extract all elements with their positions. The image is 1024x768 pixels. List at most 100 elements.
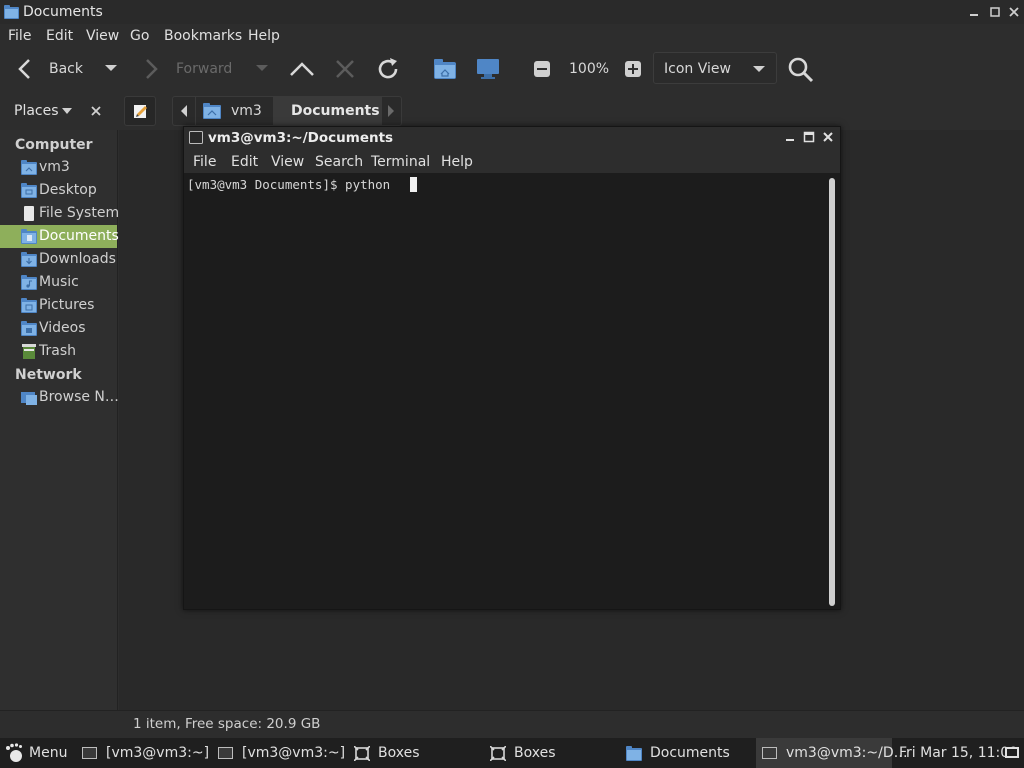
minimize-button[interactable] [967,5,981,19]
task-label: Boxes [378,745,420,761]
zoom-level: 100% [569,61,610,77]
breadcrumb-left-arrow-icon[interactable] [179,104,189,118]
sidebar-item-trash[interactable]: Trash [0,340,117,363]
terminal-icon [218,747,233,759]
terminal-scrollbar[interactable] [829,178,835,606]
menu-help[interactable]: Help [248,28,280,44]
boxes-icon [354,746,370,761]
terminal-title: vm3@vm3:~/Documents [208,130,394,146]
gnome-foot-icon [4,743,24,763]
toggle-location-entry-button[interactable] [124,96,156,126]
task-documents[interactable]: Documents [620,738,750,768]
task-label: Documents [650,745,730,761]
sidebar-item-label: vm3 [39,159,70,175]
sidebar-item-label: Music [39,274,79,290]
sidebar-item-label: Browse N… [39,389,119,405]
window-title: Documents [23,4,103,20]
folder-icon [4,5,19,19]
sidebar-item-downloads[interactable]: Downloads [0,248,117,271]
trash-icon [21,344,37,359]
task-label: [vm3@vm3:~] [106,745,210,761]
terminal-menu-file[interactable]: File [193,154,216,170]
breadcrumb-divider [381,96,382,126]
terminal-menu-search[interactable]: Search [315,154,363,170]
sidebar-item-label: File System [39,205,120,221]
task-terminal-documents[interactable]: vm3@vm3:~/D… [756,738,908,768]
back-button[interactable]: Back [49,61,83,77]
sidebar-header-computer: Computer [15,137,93,153]
task-terminal-1[interactable]: [vm3@vm3:~] [76,738,210,768]
terminal-close-button[interactable] [822,131,834,143]
sidebar-item-file-system[interactable]: File System [0,202,120,225]
home-folder-icon [203,103,221,119]
menu-edit[interactable]: Edit [46,28,73,44]
sidebar-item-videos[interactable]: Videos [0,317,117,340]
stop-icon[interactable] [334,58,356,80]
menu-bookmarks[interactable]: Bookmarks [164,28,242,44]
sidebar-item-label: Downloads [39,251,116,267]
boxes-icon [490,746,506,761]
task-label: vm3@vm3:~/D… [786,745,908,761]
menu-view[interactable]: View [86,28,119,44]
zoom-out-icon[interactable] [534,61,550,77]
menu-go[interactable]: Go [130,28,149,44]
sidebar-item-documents[interactable]: Documents [0,225,119,248]
back-arrow-icon[interactable] [14,57,36,81]
sidebar-item-pictures[interactable]: Pictures [0,294,117,317]
back-history-dropdown-icon[interactable] [104,63,118,73]
sidebar-item-vm3[interactable]: vm3 [0,156,117,179]
start-menu-button[interactable]: Menu [0,738,72,768]
terminal-output[interactable] [184,173,828,609]
videos-folder-icon [21,321,37,336]
folder-icon [626,746,642,761]
task-terminal-2[interactable]: [vm3@vm3:~] [212,738,346,768]
home-folder-icon [21,160,37,175]
terminal-menu-edit[interactable]: Edit [231,154,258,170]
terminal-minimize-button[interactable] [784,131,796,143]
terminal-menu-view[interactable]: View [271,154,304,170]
sidebar-item-label: Documents [39,228,119,244]
maximize-button[interactable] [988,5,1002,19]
status-text: 1 item, Free space: 20.9 GB [133,716,321,732]
breadcrumb-right-arrow-icon[interactable] [386,104,396,118]
sidebar-item-label: Videos [39,320,86,336]
menu-file[interactable]: File [8,28,31,44]
desktop-folder-icon [21,183,37,198]
terminal-menu-terminal[interactable]: Terminal [371,154,430,170]
reload-icon[interactable] [375,56,401,82]
terminal-maximize-button[interactable] [803,131,815,143]
task-boxes-1[interactable]: Boxes [348,738,478,768]
forward-history-dropdown-icon[interactable] [255,63,269,73]
sidebar-item-label: Trash [39,343,76,359]
up-arrow-icon[interactable] [289,58,315,80]
clock[interactable]: Fri Mar 15, 11:09 [899,745,1018,761]
close-button[interactable] [1007,5,1021,19]
terminal-icon [189,131,203,144]
task-boxes-2[interactable]: Boxes [484,738,614,768]
terminal-cursor [410,177,417,192]
search-icon[interactable] [787,56,815,84]
terminal-menu-help[interactable]: Help [441,154,473,170]
view-mode-label: Icon View [664,61,731,77]
sidebar-item-music[interactable]: Music [0,271,117,294]
forward-arrow-icon[interactable] [140,57,162,81]
downloads-folder-icon [21,252,37,267]
show-desktop-icon[interactable] [1004,744,1020,760]
home-icon[interactable] [434,59,456,79]
sidebar-item-label: Desktop [39,182,97,198]
places-dropdown[interactable]: Places [14,103,73,119]
sidebar-item-browse-network[interactable]: Browse N… [0,386,119,409]
sidebar-item-desktop[interactable]: Desktop [0,179,117,202]
music-folder-icon [21,275,37,290]
task-label: [vm3@vm3:~] [242,745,346,761]
sidebar-header-network: Network [15,367,82,383]
zoom-in-icon[interactable] [625,61,641,77]
chevron-down-icon [752,64,766,74]
forward-button[interactable]: Forward [176,61,232,77]
breadcrumb-documents: Documents [291,103,380,119]
pictures-folder-icon [21,298,37,313]
computer-icon[interactable] [476,58,500,80]
breadcrumb-vm3[interactable]: vm3 [231,103,262,119]
file-manager-titlebar[interactable] [0,0,1024,24]
close-sidebar-icon[interactable] [89,104,103,118]
